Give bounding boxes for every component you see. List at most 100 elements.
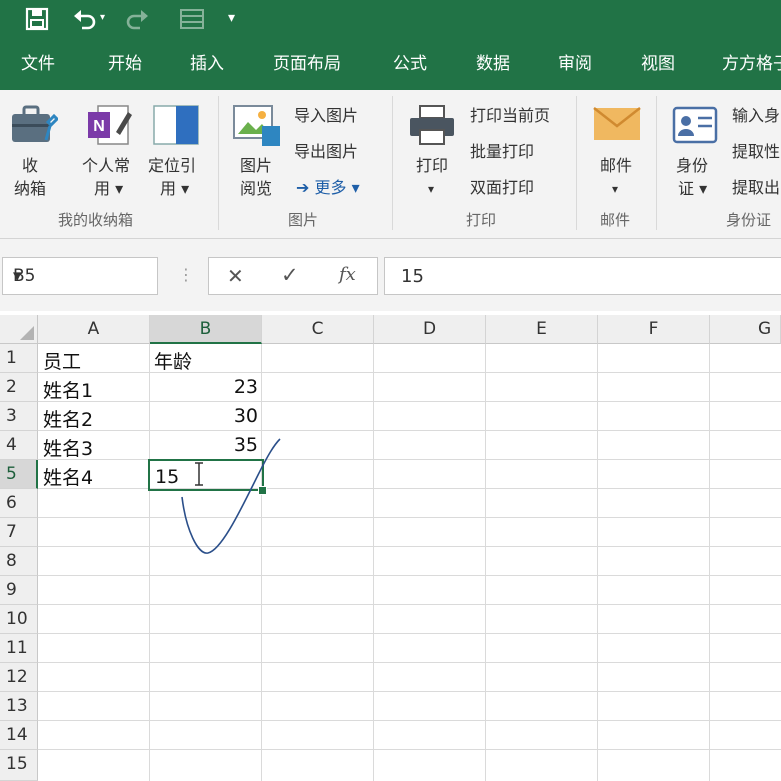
- cell-a5[interactable]: 姓名4: [43, 463, 93, 490]
- gridline: [38, 691, 781, 692]
- row-header-6[interactable]: 6: [0, 489, 38, 518]
- import-picture-button[interactable]: 导入图片: [294, 106, 358, 126]
- group-separator: [392, 96, 393, 230]
- mail-label-1: 邮件: [600, 156, 633, 175]
- confirm-icon[interactable]: ✓: [281, 263, 299, 287]
- gridline: [38, 662, 781, 663]
- storage-label-1: 收: [22, 156, 39, 175]
- storage-label-2: 纳箱: [14, 179, 47, 198]
- gridline: [38, 575, 781, 576]
- insert-function-icon[interactable]: fx: [339, 264, 356, 285]
- gridline: [38, 430, 781, 431]
- gridline: [38, 633, 781, 634]
- mail-label-2: ▾: [612, 182, 619, 196]
- locate-label-1: 定位引: [148, 156, 197, 175]
- row-header-7[interactable]: 7: [0, 518, 38, 547]
- storage-group-title: 我的收纳箱: [58, 211, 134, 229]
- idcard-icon: [672, 106, 718, 144]
- column-header-f[interactable]: F: [598, 315, 710, 344]
- row-header-12[interactable]: 12: [0, 663, 38, 692]
- print-current-page-button[interactable]: 打印当前页: [470, 106, 550, 126]
- row-header-5[interactable]: 5: [0, 460, 38, 489]
- mail-icon: [593, 107, 641, 140]
- column-header-e[interactable]: E: [486, 315, 598, 344]
- tab-view[interactable]: 视图: [641, 38, 675, 90]
- cell-a3[interactable]: 姓名2: [43, 405, 93, 432]
- row-header-11[interactable]: 11: [0, 634, 38, 663]
- tab-fangfang[interactable]: 方方格子: [722, 38, 781, 90]
- cancel-icon[interactable]: ✕: [227, 264, 244, 288]
- batch-print-button[interactable]: 批量打印: [470, 142, 534, 162]
- select-all-corner[interactable]: [0, 315, 38, 344]
- customize-toolbar-icon[interactable]: ▾: [228, 3, 235, 33]
- column-header-a[interactable]: A: [38, 315, 150, 344]
- gridline: [38, 401, 781, 402]
- tab-page-layout[interactable]: 页面布局: [273, 38, 341, 90]
- duplex-print-button[interactable]: 双面打印: [470, 178, 534, 198]
- gridline: [485, 344, 486, 781]
- select-all-icon: [20, 326, 34, 340]
- tab-data[interactable]: 数据: [476, 38, 510, 90]
- print-label-2: ▾: [428, 182, 435, 196]
- picture-icon: [233, 105, 280, 146]
- tab-file[interactable]: 文件: [21, 38, 55, 90]
- row-header-10[interactable]: 10: [0, 605, 38, 634]
- cell-b3[interactable]: 30: [150, 405, 258, 427]
- row-header-4[interactable]: 4: [0, 431, 38, 460]
- row-header-15[interactable]: 15: [0, 750, 38, 781]
- row-header-3[interactable]: 3: [0, 402, 38, 431]
- svg-text:N: N: [93, 118, 105, 135]
- cell-b2[interactable]: 23: [150, 376, 258, 398]
- tab-insert[interactable]: 插入: [190, 38, 224, 90]
- gridline: [38, 749, 781, 750]
- export-picture-button[interactable]: 导出图片: [294, 142, 358, 162]
- formula-input[interactable]: 15: [384, 257, 781, 295]
- spreadsheet-grid: A B C D E F G 1 2 3 4 5 6 7 8 9 10 11 12…: [0, 315, 781, 781]
- drag-handle-icon[interactable]: ⋮: [178, 265, 194, 284]
- tab-formulas[interactable]: 公式: [393, 38, 427, 90]
- onenote-icon: N: [88, 105, 132, 145]
- undo-dropdown-icon[interactable]: ▾: [100, 3, 105, 33]
- column-header-g[interactable]: G: [710, 315, 781, 344]
- tab-review[interactable]: 审阅: [558, 38, 592, 90]
- input-id-button[interactable]: 输入身: [732, 106, 780, 126]
- row-header-14[interactable]: 14: [0, 721, 38, 750]
- mail-group-title: 邮件: [600, 211, 631, 229]
- gridline: [38, 546, 781, 547]
- cell-a1[interactable]: 员工: [43, 347, 81, 374]
- cell-a4[interactable]: 姓名3: [43, 434, 93, 461]
- column-header-d[interactable]: D: [374, 315, 486, 344]
- title-bar: ▾ ▾: [0, 0, 781, 38]
- row-header-8[interactable]: 8: [0, 547, 38, 576]
- more-picture-button[interactable]: ➔ 更多 ▾: [296, 178, 360, 198]
- formula-value: 15: [401, 266, 424, 287]
- save-icon[interactable]: [24, 6, 50, 32]
- tab-home[interactable]: 开始: [108, 38, 142, 90]
- name-box-dropdown-icon[interactable]: ▾: [13, 266, 149, 286]
- group-separator: [218, 96, 219, 230]
- locate-icon: [153, 105, 199, 145]
- printer-icon: [410, 105, 454, 145]
- group-separator: [656, 96, 657, 230]
- idcard-label-2: 证 ▾: [678, 179, 708, 198]
- row-header-9[interactable]: 9: [0, 576, 38, 605]
- row-header-13[interactable]: 13: [0, 692, 38, 721]
- name-box[interactable]: B5 ▾: [2, 257, 158, 295]
- browse-label-2: 阅览: [240, 179, 273, 198]
- undo-icon[interactable]: [72, 6, 98, 32]
- row-header-2[interactable]: 2: [0, 373, 38, 402]
- gridline: [373, 344, 374, 781]
- column-header-b[interactable]: B: [150, 315, 262, 344]
- row-header-1[interactable]: 1: [0, 344, 38, 373]
- print-label-1: 打印: [416, 156, 449, 175]
- column-header-c[interactable]: C: [262, 315, 374, 344]
- print-group-title: 打印: [466, 211, 497, 229]
- cell-a2[interactable]: 姓名1: [43, 376, 93, 403]
- extract-birth-button[interactable]: 提取出: [732, 178, 780, 198]
- form-icon[interactable]: [178, 6, 206, 32]
- toolbox-icon: [12, 105, 58, 142]
- cell-b1[interactable]: 年龄: [154, 347, 192, 374]
- extract-gender-button[interactable]: 提取性: [732, 142, 780, 162]
- gridline: [709, 344, 710, 781]
- redo-icon[interactable]: [124, 6, 150, 32]
